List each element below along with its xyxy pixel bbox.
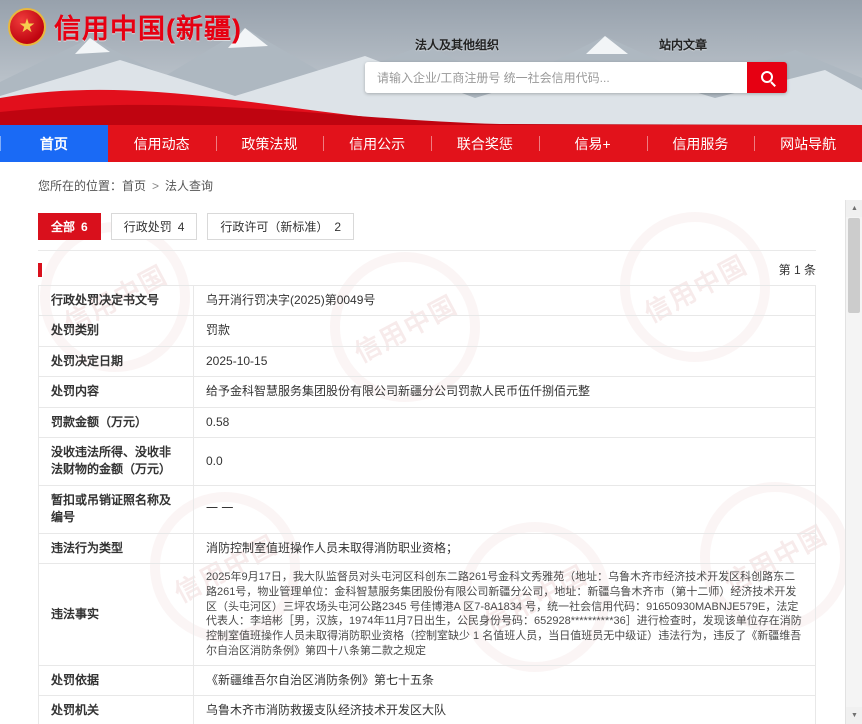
- link-site-articles[interactable]: 站内文章: [659, 36, 707, 53]
- penalty-detail-table: 行政处罚决定书文号 乌开消行罚决字(2025)第0049号 处罚类别 罚款 处罚…: [38, 285, 816, 724]
- nav-item-5[interactable]: 联合奖惩: [431, 125, 539, 162]
- row-label: 处罚决定日期: [39, 346, 194, 376]
- record-header: 第 1 条: [38, 261, 816, 278]
- site-title: 信用中国(新疆): [54, 7, 242, 46]
- search-input[interactable]: [365, 62, 747, 93]
- breadcrumb: 您所在的位置：首页 > 法人查询: [0, 162, 862, 207]
- row-value: 2025年9月17日，我大队监督员对头屯河区科创东二路261号金科文秀雅苑（地址…: [194, 563, 816, 665]
- nav-item-6[interactable]: 信易+: [539, 125, 647, 162]
- scroll-down-arrow-icon[interactable]: ▼: [846, 707, 862, 724]
- result-tabs: 全部 6 行政处罚 4 行政许可（新标准） 2: [38, 207, 816, 251]
- nav-item-label: 联合奖惩: [457, 134, 513, 154]
- tab-count-badge: 6: [81, 220, 88, 234]
- nav-item-2[interactable]: 信用动态: [108, 125, 216, 162]
- tab-3[interactable]: 行政许可（新标准） 2: [207, 213, 354, 240]
- tab-2[interactable]: 行政处罚 4: [111, 213, 198, 240]
- row-label: 违法行为类型: [39, 533, 194, 563]
- tab-label: 行政处罚: [124, 218, 172, 235]
- row-label: 处罚依据: [39, 665, 194, 695]
- nav-item-7[interactable]: 信用服务: [647, 125, 755, 162]
- nav-item-label: 信用服务: [672, 134, 728, 154]
- table-row: 没收违法所得、没收非法财物的金额（万元） 0.0: [39, 437, 816, 485]
- tab-label: 行政许可（新标准）: [220, 218, 328, 235]
- table-row: 行政处罚决定书文号 乌开消行罚决字(2025)第0049号: [39, 286, 816, 316]
- nav-item-label: 首页: [40, 134, 68, 154]
- row-value: 一 一: [194, 485, 816, 533]
- header-banner: ★ 信用中国(新疆) 法人及其他组织 站内文章: [0, 0, 862, 125]
- breadcrumb-prefix: 您所在的位置：: [38, 179, 122, 193]
- table-row: 罚款金额（万元） 0.58: [39, 407, 816, 437]
- row-label: 罚款金额（万元）: [39, 407, 194, 437]
- vertical-scrollbar[interactable]: ▲ ▼: [845, 200, 862, 724]
- nav-item-label: 信用动态: [134, 134, 190, 154]
- row-value: 罚款: [194, 316, 816, 346]
- tab-count-badge: 4: [178, 220, 185, 234]
- record-index: 第 1 条: [779, 261, 816, 278]
- nav-item-1[interactable]: 首页: [0, 125, 108, 162]
- row-value: 消防控制室值班操作人员未取得消防职业资格；: [194, 533, 816, 563]
- section-marker: [38, 263, 42, 277]
- tab-1[interactable]: 全部 6: [38, 213, 101, 240]
- row-value: 2025-10-15: [194, 346, 816, 376]
- row-label: 暂扣或吊销证照名称及编号: [39, 485, 194, 533]
- table-row: 处罚类别 罚款: [39, 316, 816, 346]
- row-label: 处罚类别: [39, 316, 194, 346]
- breadcrumb-separator: >: [152, 179, 159, 193]
- nav-item-8[interactable]: 网站导航: [754, 125, 862, 162]
- nav-item-3[interactable]: 政策法规: [216, 125, 324, 162]
- breadcrumb-current: 法人查询: [165, 179, 213, 193]
- search-button[interactable]: [747, 62, 787, 93]
- row-label: 处罚机关: [39, 696, 194, 724]
- table-row: 违法事实 2025年9月17日，我大队监督员对头屯河区科创东二路261号金科文秀…: [39, 563, 816, 665]
- tab-label: 全部: [51, 218, 75, 235]
- national-emblem-icon: ★: [8, 8, 46, 46]
- nav-item-label: 信易+: [575, 134, 611, 154]
- table-row: 违法行为类型 消防控制室值班操作人员未取得消防职业资格；: [39, 533, 816, 563]
- row-label: 行政处罚决定书文号: [39, 286, 194, 316]
- row-value: 0.58: [194, 407, 816, 437]
- row-value: 给予金科智慧服务集团股份有限公司新疆分公司罚款人民币伍仟捌佰元整: [194, 377, 816, 407]
- row-value: 乌鲁木齐市消防救援支队经济技术开发区大队: [194, 696, 816, 724]
- nav-item-4[interactable]: 信用公示: [323, 125, 431, 162]
- row-value: 《新疆维吾尔自治区消防条例》第七十五条: [194, 665, 816, 695]
- nav-item-label: 信用公示: [349, 134, 405, 154]
- table-row: 处罚机关 乌鲁木齐市消防救援支队经济技术开发区大队: [39, 696, 816, 724]
- table-row: 暂扣或吊销证照名称及编号 一 一: [39, 485, 816, 533]
- table-row: 处罚依据 《新疆维吾尔自治区消防条例》第七十五条: [39, 665, 816, 695]
- site-logo[interactable]: ★ 信用中国(新疆): [8, 7, 242, 46]
- nav-item-label: 政策法规: [241, 134, 297, 154]
- scroll-up-arrow-icon[interactable]: ▲: [846, 200, 862, 217]
- link-legal-entities[interactable]: 法人及其他组织: [415, 36, 499, 53]
- nav-item-label: 网站导航: [780, 134, 836, 154]
- breadcrumb-home-link[interactable]: 首页: [122, 179, 146, 193]
- results-panel: 全部 6 行政处罚 4 行政许可（新标准） 2 第 1 条 行政处罚决定书文号 乌开消行罚…: [38, 207, 816, 724]
- main-nav: 首页 信用动态 政策法规 信用公示 联合奖惩 信易+ 信用服务 网站导航: [0, 125, 862, 162]
- row-label: 处罚内容: [39, 377, 194, 407]
- row-label: 没收违法所得、没收非法财物的金额（万元）: [39, 437, 194, 485]
- tab-count-badge: 2: [334, 220, 341, 234]
- row-value: 乌开消行罚决字(2025)第0049号: [194, 286, 816, 316]
- scrollbar-thumb[interactable]: [848, 218, 860, 313]
- search-icon: [760, 70, 775, 85]
- row-value: 0.0: [194, 437, 816, 485]
- table-row: 处罚内容 给予金科智慧服务集团股份有限公司新疆分公司罚款人民币伍仟捌佰元整: [39, 377, 816, 407]
- search-bar: [365, 62, 787, 93]
- table-row: 处罚决定日期 2025-10-15: [39, 346, 816, 376]
- row-label: 违法事实: [39, 563, 194, 665]
